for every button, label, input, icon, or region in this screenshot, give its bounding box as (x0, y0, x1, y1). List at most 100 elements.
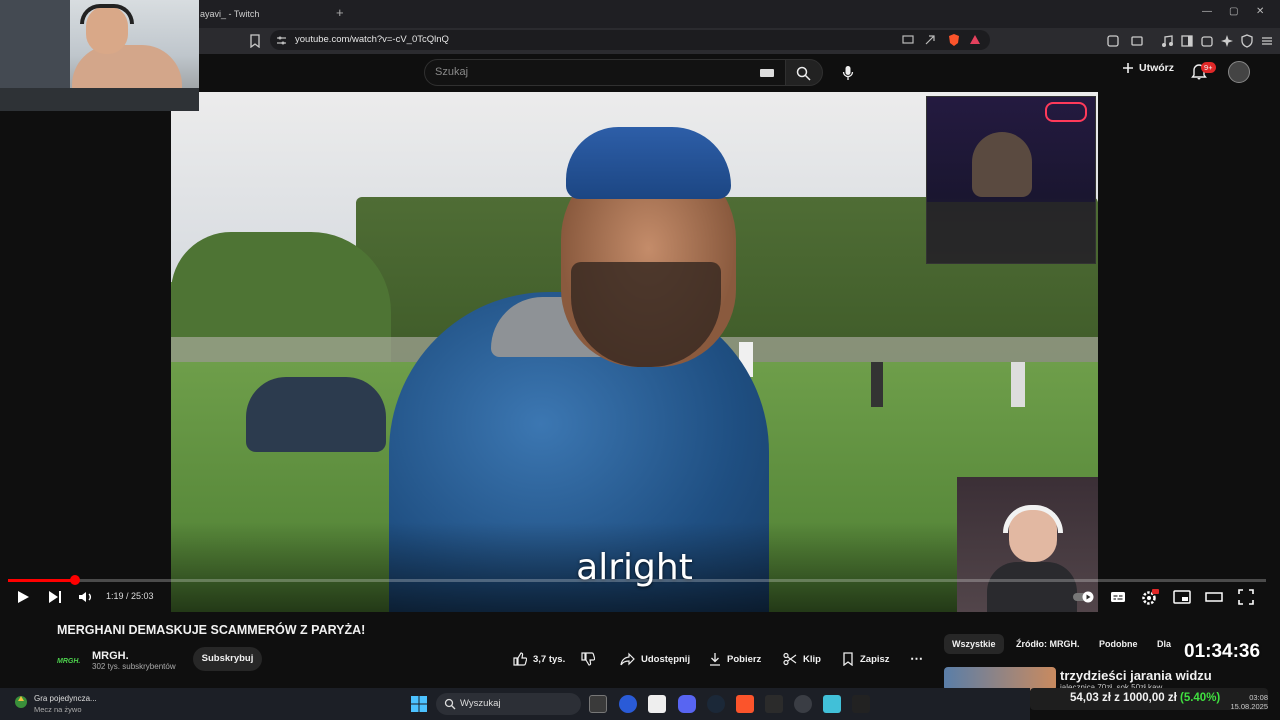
more-actions-button[interactable]: ⋯ (910, 650, 923, 668)
thumbs-down-icon (581, 652, 595, 666)
url-field[interactable]: youtube.com/watch?v=-cV_0TcQlnQ (270, 30, 990, 50)
progress-bar[interactable] (8, 579, 1266, 582)
keyboard-icon[interactable] (760, 68, 774, 78)
time-display: 1:19 / 25:03 (106, 591, 154, 601)
progress-scrubber[interactable] (70, 575, 80, 585)
ai-sparkle-icon[interactable] (1220, 34, 1234, 48)
music-icon[interactable] (1160, 34, 1174, 48)
download-icon (710, 653, 720, 666)
more-dots-icon: ⋯ (910, 651, 923, 666)
taskbar-search-icon (444, 698, 456, 710)
headset-icon (80, 4, 134, 24)
stream-timer: 01:34:36 (1184, 641, 1261, 662)
chat-box (927, 202, 1095, 263)
app-bottle-icon[interactable] (852, 695, 870, 713)
channel-avatar[interactable]: MRGH. (57, 650, 83, 668)
dislike-button[interactable] (581, 650, 595, 668)
chip-source[interactable]: Źródło: MRGH. (1008, 634, 1088, 654)
share-label: Udostępnij (641, 653, 691, 665)
wallet-icon[interactable] (1200, 34, 1214, 48)
globe-browser-icon[interactable] (619, 695, 637, 713)
brave-icon[interactable] (736, 695, 754, 713)
chip-similar[interactable]: Podobne (1091, 634, 1146, 654)
widget-title[interactable]: Gra pojedyncza... (34, 694, 97, 703)
browser-tab[interactable]: ayavi_ - Twitch (200, 4, 259, 24)
taskbar-search[interactable]: Wyszukaj (436, 693, 581, 715)
reactor-webcam-overlay (926, 96, 1096, 264)
video-sitting-person (246, 377, 386, 452)
progress-bar-fill (8, 579, 75, 582)
share-button[interactable]: Udostępnij (620, 650, 690, 668)
channel-name[interactable]: MRGH. (92, 650, 129, 662)
app-g-icon[interactable] (765, 695, 783, 713)
webcam-desk (0, 88, 199, 111)
download-button[interactable]: Pobierz (709, 650, 761, 668)
voice-search-button[interactable] (836, 61, 860, 85)
cast-icon[interactable] (902, 34, 914, 46)
volume-icon[interactable] (78, 588, 94, 606)
extensions-icon[interactable] (1106, 34, 1120, 48)
windows-start-icon[interactable] (410, 695, 428, 713)
brave-rewards-icon[interactable] (969, 34, 981, 46)
neon-sign (1045, 102, 1087, 122)
streamer-webcam (0, 0, 199, 111)
share-page-icon[interactable] (924, 34, 936, 46)
clip-button[interactable]: Klip (783, 650, 821, 668)
thumbs-up-icon (513, 652, 527, 666)
site-settings-icon[interactable] (276, 35, 287, 46)
channel-logo-text: MRGH. (57, 658, 81, 665)
save-label: Zapisz (860, 653, 890, 665)
close-window-button[interactable]: ✕ (1256, 6, 1264, 17)
stream-goal-title: trzydzieści jarania widzu (1060, 668, 1212, 683)
goal-amount: 54,03 zł z 1000,00 zł (1070, 692, 1177, 704)
settings-gear-icon[interactable] (1141, 588, 1159, 606)
video-man-cap (566, 127, 731, 199)
microphone-icon (842, 66, 854, 80)
sidebar-icon[interactable] (1180, 34, 1194, 48)
account-avatar[interactable] (1228, 61, 1250, 83)
fullscreen-icon[interactable] (1237, 588, 1255, 606)
minimize-button[interactable]: — (1202, 6, 1212, 17)
play-icon[interactable] (16, 588, 30, 606)
notepad-icon[interactable] (823, 695, 841, 713)
taskbar-clock[interactable]: 03:08 15.08.2025 (1230, 693, 1268, 711)
new-tab-button[interactable]: + (336, 5, 344, 20)
widget-subtitle: Mecz na żywo (34, 705, 82, 714)
scissors-icon (783, 652, 797, 666)
subscriber-count: 302 tys. subskrybentów (92, 662, 176, 671)
reactor-person (972, 132, 1032, 197)
like-button[interactable]: 3,7 tys. (513, 650, 565, 668)
maximize-button[interactable]: ▢ (1229, 6, 1238, 17)
search-icon (796, 66, 811, 81)
shield-icon[interactable] (1240, 34, 1254, 48)
subscribe-button[interactable]: Subskrybuj (193, 647, 262, 671)
menu-icon[interactable] (1260, 34, 1274, 48)
screenshot-icon[interactable] (1130, 34, 1144, 48)
steam-icon[interactable] (707, 695, 725, 713)
terminal-icon[interactable] (589, 695, 607, 713)
search-input[interactable]: Szukaj (424, 59, 786, 86)
create-button[interactable]: Utwórz (1122, 62, 1174, 74)
clock-time: 03:08 (1249, 693, 1268, 702)
brave-shields-icon[interactable] (947, 33, 961, 47)
discord-icon[interactable] (678, 695, 696, 713)
share-icon (620, 652, 635, 666)
obs-icon[interactable] (794, 695, 812, 713)
donation-goal-text: 54,03 zł z 1000,00 zł (5.40%) (1070, 692, 1220, 704)
next-video-icon[interactable] (47, 588, 63, 606)
video-bg-person (871, 362, 883, 407)
bookmark-icon[interactable] (249, 34, 261, 48)
chip-all[interactable]: Wszystkie (944, 634, 1004, 654)
headset-icon (1003, 505, 1063, 533)
miniplayer-icon[interactable] (1173, 588, 1191, 606)
create-label: Utwórz (1139, 62, 1174, 74)
save-button[interactable]: Zapisz (842, 650, 890, 668)
theater-mode-icon[interactable] (1205, 588, 1223, 606)
autoplay-toggle[interactable] (1072, 588, 1096, 606)
chip-for-you[interactable]: Dla C (1149, 634, 1187, 654)
sports-widget-icon[interactable] (12, 692, 30, 710)
subtitles-icon[interactable] (1110, 588, 1126, 606)
search-button[interactable] (785, 59, 823, 86)
video-title: MERGHANI DEMASKUJE SCAMMERÓW Z PARYŻA! (57, 623, 366, 637)
notion-icon[interactable] (648, 695, 666, 713)
